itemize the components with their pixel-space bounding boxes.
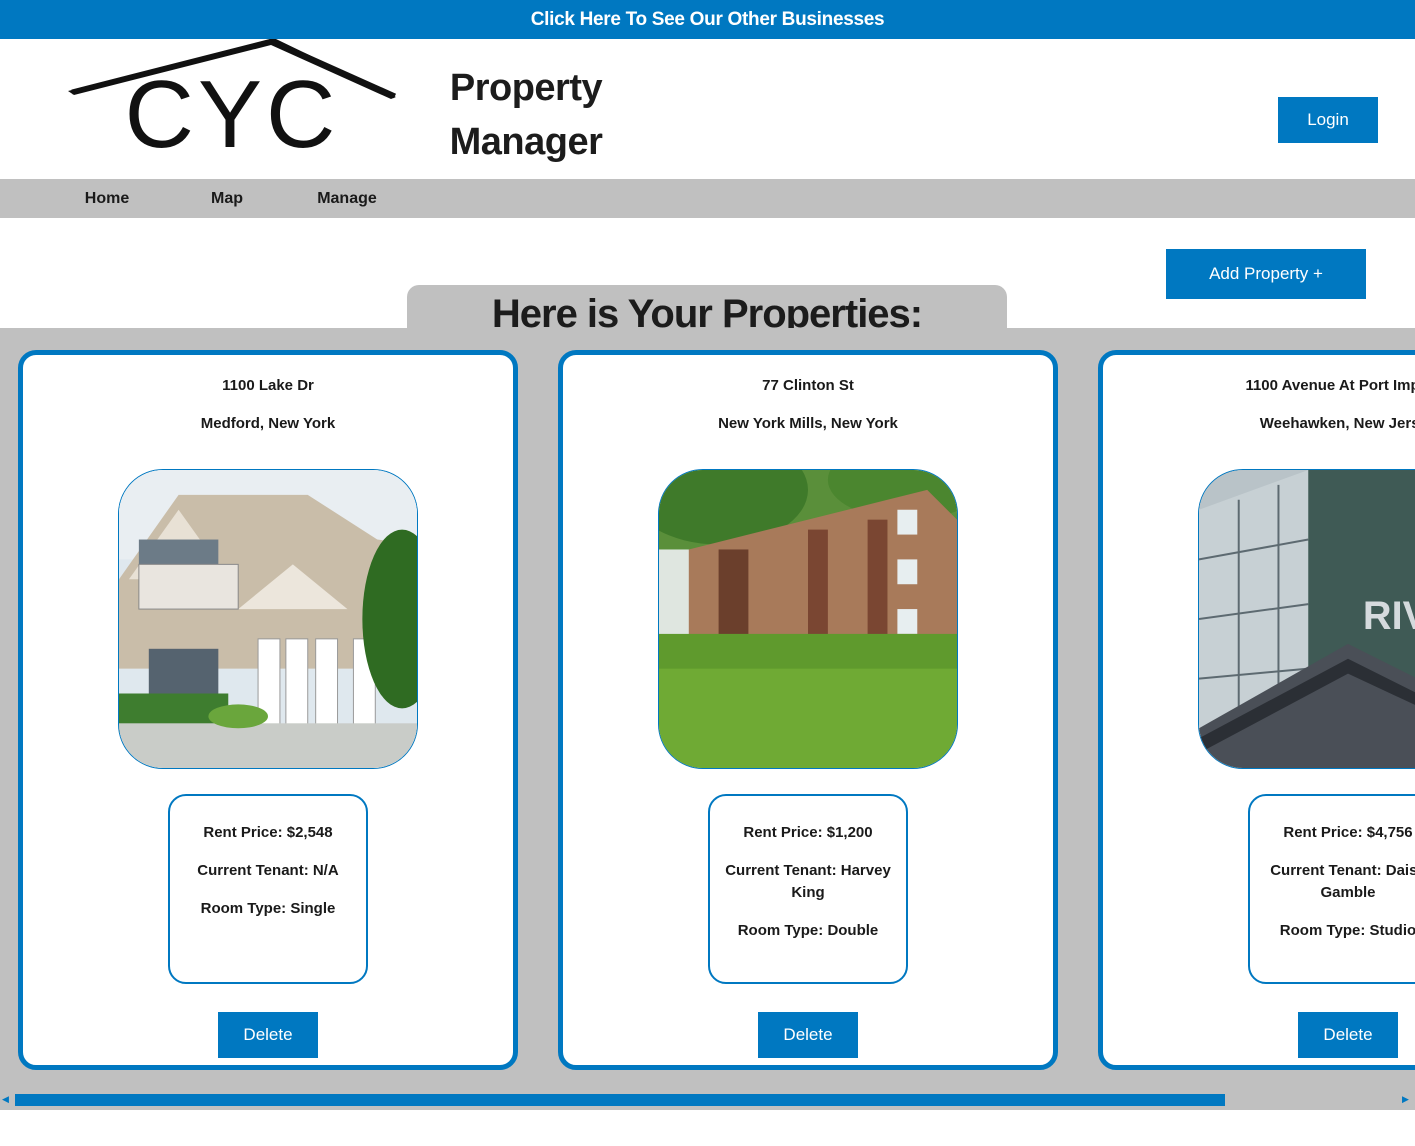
property-street: 1100 Lake Dr — [222, 377, 314, 394]
property-card: 1100 Lake Dr Medford, New York Rent Pric… — [18, 350, 518, 1070]
rent-price: Rent Price: $2,548 — [203, 824, 333, 841]
delete-button[interactable]: Delete — [758, 1012, 858, 1058]
rent-price: Rent Price: $4,756 — [1283, 824, 1413, 841]
property-photo — [118, 469, 418, 769]
main-nav: Home Map Manage — [0, 179, 1415, 218]
app-title-line-1: Property — [449, 67, 603, 109]
triangle-right-icon[interactable]: ▶ — [1402, 1094, 1412, 1106]
property-photo: RIVE — [1198, 469, 1415, 769]
app-title-line-2: Manager — [449, 121, 603, 163]
current-tenant: Current Tenant: Daisy Gamble — [1270, 862, 1415, 901]
nav-item-map[interactable]: Map — [172, 179, 282, 218]
current-tenant: Current Tenant: Harvey King — [725, 862, 891, 901]
app-title: Property Manager — [436, 61, 616, 169]
delete-button[interactable]: Delete — [218, 1012, 318, 1058]
property-city: Medford, New York — [200, 415, 336, 432]
cyc-logo[interactable]: CYC — [66, 39, 398, 159]
property-info: Rent Price: $2,548 Current Tenant: N/A R… — [168, 794, 368, 984]
property-card: 1100 Avenue At Port Imperial Weehawken, … — [1098, 350, 1415, 1070]
logo-text: CYC — [125, 61, 340, 159]
horizontal-scrollbar[interactable]: ◀ ▶ — [0, 1092, 1415, 1108]
svg-text:RIVE: RIVE — [1363, 594, 1415, 638]
add-property-button[interactable]: Add Property + — [1166, 249, 1366, 299]
banner-text[interactable]: Click Here To See Our Other Businesses — [531, 9, 885, 31]
room-type: Room Type: Double — [737, 922, 879, 939]
property-card: 77 Clinton St New York Mills, New York R… — [558, 350, 1058, 1070]
property-street: 1100 Avenue At Port Imperial — [1245, 377, 1415, 394]
room-type: Room Type: Single — [200, 900, 336, 917]
delete-button[interactable]: Delete — [1298, 1012, 1398, 1058]
login-button[interactable]: Login — [1278, 97, 1378, 143]
property-info: Rent Price: $1,200 Current Tenant: Harve… — [708, 794, 908, 984]
triangle-left-icon[interactable]: ◀ — [2, 1094, 12, 1106]
scrollbar-thumb[interactable] — [15, 1094, 1225, 1106]
property-gallery[interactable]: 1100 Lake Dr Medford, New York Rent Pric… — [0, 328, 1415, 1110]
nav-item-home[interactable]: Home — [52, 179, 162, 218]
other-businesses-banner[interactable]: Click Here To See Our Other Businesses — [0, 0, 1415, 39]
property-info: Rent Price: $4,756 Current Tenant: Daisy… — [1248, 794, 1415, 984]
nav-item-manage[interactable]: Manage — [292, 179, 402, 218]
property-city: Weehawken, New Jersey — [1259, 415, 1415, 432]
property-photo — [658, 469, 958, 769]
property-street: 77 Clinton St — [762, 377, 854, 394]
current-tenant: Current Tenant: N/A — [197, 862, 339, 879]
site-header: CYC Property Manager Login — [0, 39, 1415, 179]
room-type: Room Type: Studio — [1279, 922, 1415, 939]
property-city: New York Mills, New York — [718, 415, 898, 432]
rent-price: Rent Price: $1,200 — [743, 824, 873, 841]
